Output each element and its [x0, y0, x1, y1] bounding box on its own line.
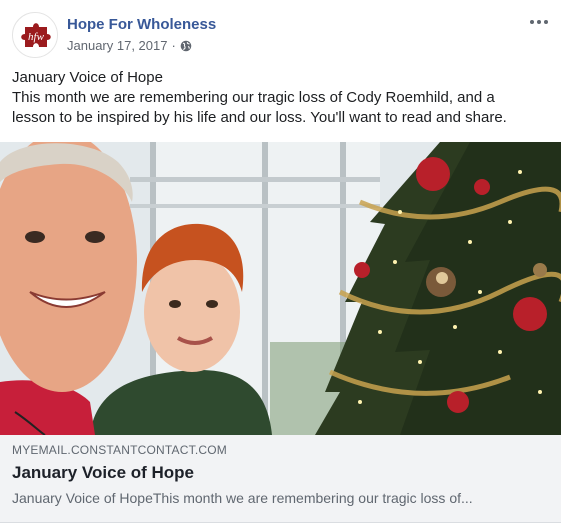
- facebook-post: hfw Hope For Wholeness January 17, 2017 …: [0, 0, 561, 523]
- page-name-link[interactable]: Hope For Wholeness: [67, 16, 216, 33]
- link-title[interactable]: January Voice of Hope: [12, 463, 194, 483]
- link-description: January Voice of HopeThis month we are r…: [12, 490, 473, 506]
- post-message: January Voice of Hope This month we are …: [12, 68, 552, 128]
- page-avatar[interactable]: hfw: [12, 12, 58, 58]
- link-preview[interactable]: MYEMAIL.CONSTANTCONTACT.COM January Voic…: [0, 435, 561, 523]
- post-date[interactable]: January 17, 2017: [67, 38, 167, 53]
- more-options-icon[interactable]: [527, 14, 551, 30]
- meta-separator: ·: [171, 38, 176, 53]
- globe-icon[interactable]: [180, 40, 192, 52]
- hope-for-wholeness-logo: hfw: [13, 13, 57, 57]
- svg-text:hfw: hfw: [28, 31, 45, 43]
- link-domain: MYEMAIL.CONSTANTCONTACT.COM: [12, 443, 227, 457]
- post-body-line: lesson to be inspired by his life and ou…: [12, 109, 507, 126]
- post-body-line: This month we are remembering our tragic…: [12, 89, 495, 106]
- post-meta: January 17, 2017 ·: [67, 38, 192, 53]
- post-photo[interactable]: [0, 142, 561, 435]
- post-title-line: January Voice of Hope: [12, 69, 163, 86]
- selfie-with-christmas-tree-image: [0, 142, 561, 435]
